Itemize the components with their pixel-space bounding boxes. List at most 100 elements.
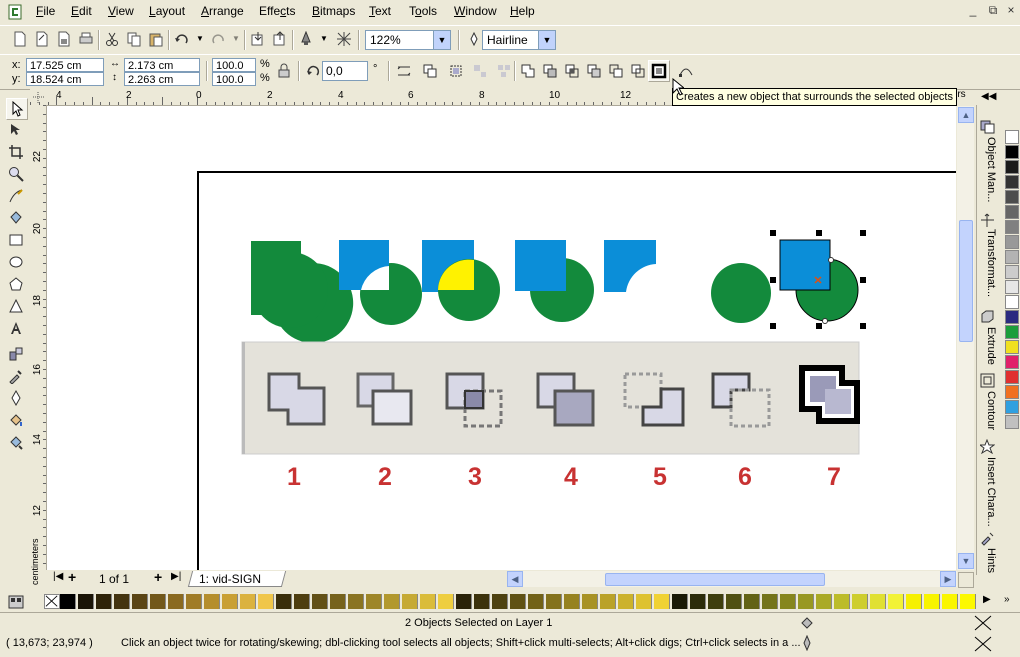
color-swatch[interactable] <box>1005 385 1019 399</box>
outline-width-combo[interactable]: Hairline ▼ <box>482 30 556 50</box>
docker-tab-object-manager[interactable]: Object Man... <box>979 137 997 202</box>
color-swatch[interactable] <box>636 594 652 609</box>
color-swatch[interactable] <box>1005 340 1019 354</box>
first-page-icon[interactable]: |◀ <box>53 571 63 582</box>
combine-icon[interactable] <box>420 61 440 81</box>
docker-tab-insert-character[interactable]: Insert Chara... <box>979 457 997 527</box>
vertical-scroll-thumb[interactable] <box>959 220 973 342</box>
outline-tool-icon[interactable] <box>6 388 26 408</box>
add-page-after-icon[interactable]: + <box>154 569 162 585</box>
undo-dropdown-icon[interactable]: ▼ <box>196 34 204 43</box>
outline-pen-icon[interactable] <box>464 29 484 49</box>
color-swatch[interactable] <box>528 594 544 609</box>
open-icon[interactable] <box>32 29 52 49</box>
new-icon[interactable] <box>10 29 30 49</box>
last-page-icon[interactable]: ▶| <box>171 571 181 582</box>
color-swatch[interactable] <box>924 594 940 609</box>
color-swatch[interactable] <box>330 594 346 609</box>
menu-edit[interactable]: Edit <box>71 4 92 18</box>
color-swatch[interactable] <box>1005 205 1019 219</box>
shape-tool-icon[interactable] <box>6 120 26 140</box>
color-swatch[interactable] <box>834 594 850 609</box>
color-swatch[interactable] <box>762 594 778 609</box>
color-swatch[interactable] <box>1005 415 1019 429</box>
color-swatch[interactable] <box>960 594 976 609</box>
save-icon[interactable] <box>54 29 74 49</box>
color-swatch[interactable] <box>906 594 922 609</box>
color-swatch[interactable] <box>510 594 526 609</box>
undo-icon[interactable] <box>172 29 192 49</box>
rotation-angle-field[interactable]: 0,0 <box>322 61 368 81</box>
color-swatch[interactable] <box>474 594 490 609</box>
color-swatch[interactable] <box>1005 145 1019 159</box>
intersect-icon[interactable] <box>562 61 582 81</box>
color-swatch[interactable] <box>312 594 328 609</box>
app-icon[interactable] <box>8 4 22 20</box>
color-swatch[interactable] <box>1005 370 1019 384</box>
docker-tab-transformation[interactable]: Transformat... <box>979 229 997 297</box>
color-swatch[interactable] <box>492 594 508 609</box>
color-swatch[interactable] <box>258 594 274 609</box>
color-swatch[interactable] <box>726 594 742 609</box>
docker-tab-hints[interactable]: Hints <box>979 548 997 573</box>
color-swatch[interactable] <box>546 594 562 609</box>
corel-online-icon[interactable] <box>334 29 354 49</box>
color-swatch[interactable] <box>402 594 418 609</box>
horizontal-scroll-thumb[interactable] <box>605 573 825 586</box>
color-swatch[interactable] <box>240 594 256 609</box>
fill-tool-icon[interactable] <box>6 410 26 430</box>
trim-icon[interactable] <box>540 61 560 81</box>
drawing-canvas[interactable]: 1 2 3 4 5 6 7 <box>47 106 956 570</box>
docker-tab-extrude[interactable]: Extrude <box>979 327 997 365</box>
menu-text[interactable]: Text <box>369 4 391 18</box>
simplify-icon[interactable] <box>584 61 604 81</box>
close-button[interactable]: × <box>1002 3 1020 19</box>
ruler-origin-icon[interactable] <box>32 91 45 104</box>
color-swatch[interactable] <box>942 594 958 609</box>
vertical-ruler[interactable]: 22 20 18 16 14 12 <box>30 105 47 570</box>
scroll-right-icon[interactable]: ▶ <box>940 571 956 587</box>
polygon-tool-icon[interactable] <box>6 274 26 294</box>
height-field[interactable]: 2.263 cm <box>124 72 200 86</box>
cut-icon[interactable] <box>102 29 122 49</box>
fill-bucket-icon[interactable] <box>799 615 815 631</box>
color-swatch[interactable] <box>744 594 760 609</box>
color-swatch[interactable] <box>420 594 436 609</box>
color-swatch[interactable] <box>1005 310 1019 324</box>
color-swatch[interactable] <box>690 594 706 609</box>
color-swatch[interactable] <box>1005 280 1019 294</box>
color-swatch[interactable] <box>78 594 94 609</box>
color-swatch[interactable] <box>816 594 832 609</box>
paste-icon[interactable] <box>146 29 166 49</box>
color-swatch[interactable] <box>798 594 814 609</box>
ellipse-tool-icon[interactable] <box>6 252 26 272</box>
menu-bitmaps[interactable]: Bitmaps <box>312 4 355 18</box>
color-swatch[interactable] <box>132 594 148 609</box>
color-swatch[interactable] <box>186 594 202 609</box>
x-position-field[interactable]: 17.525 cm <box>26 58 104 72</box>
color-swatch[interactable] <box>348 594 364 609</box>
basic-shapes-tool-icon[interactable] <box>6 296 26 316</box>
color-swatch[interactable] <box>96 594 112 609</box>
scale-x-field[interactable]: 100.0 <box>212 58 256 72</box>
color-swatch[interactable] <box>870 594 886 609</box>
add-page-before-icon[interactable]: + <box>68 569 76 585</box>
pick-tool-icon[interactable] <box>6 98 28 120</box>
color-swatch[interactable] <box>852 594 868 609</box>
color-swatch[interactable] <box>168 594 184 609</box>
color-swatch[interactable] <box>672 594 688 609</box>
smart-fill-tool-icon[interactable] <box>6 208 26 228</box>
color-swatch[interactable] <box>1005 235 1019 249</box>
rectangle-tool-icon[interactable] <box>6 230 26 250</box>
color-swatch[interactable] <box>1005 160 1019 174</box>
horizontal-scrollbar[interactable]: ◀ ▶ <box>507 571 957 587</box>
color-swatch[interactable] <box>618 594 634 609</box>
launcher-dropdown-icon[interactable]: ▼ <box>320 34 328 43</box>
menu-arrange[interactable]: Arrange <box>201 4 244 18</box>
color-swatch[interactable] <box>60 594 76 609</box>
palette-scroll-right-icon[interactable]: ▶ <box>983 594 991 605</box>
palette-expand-icon[interactable]: » <box>1004 594 1010 605</box>
menu-file[interactable]: File <box>36 4 55 18</box>
freehand-tool-icon[interactable] <box>6 186 26 206</box>
menu-layout[interactable]: Layout <box>149 4 185 18</box>
